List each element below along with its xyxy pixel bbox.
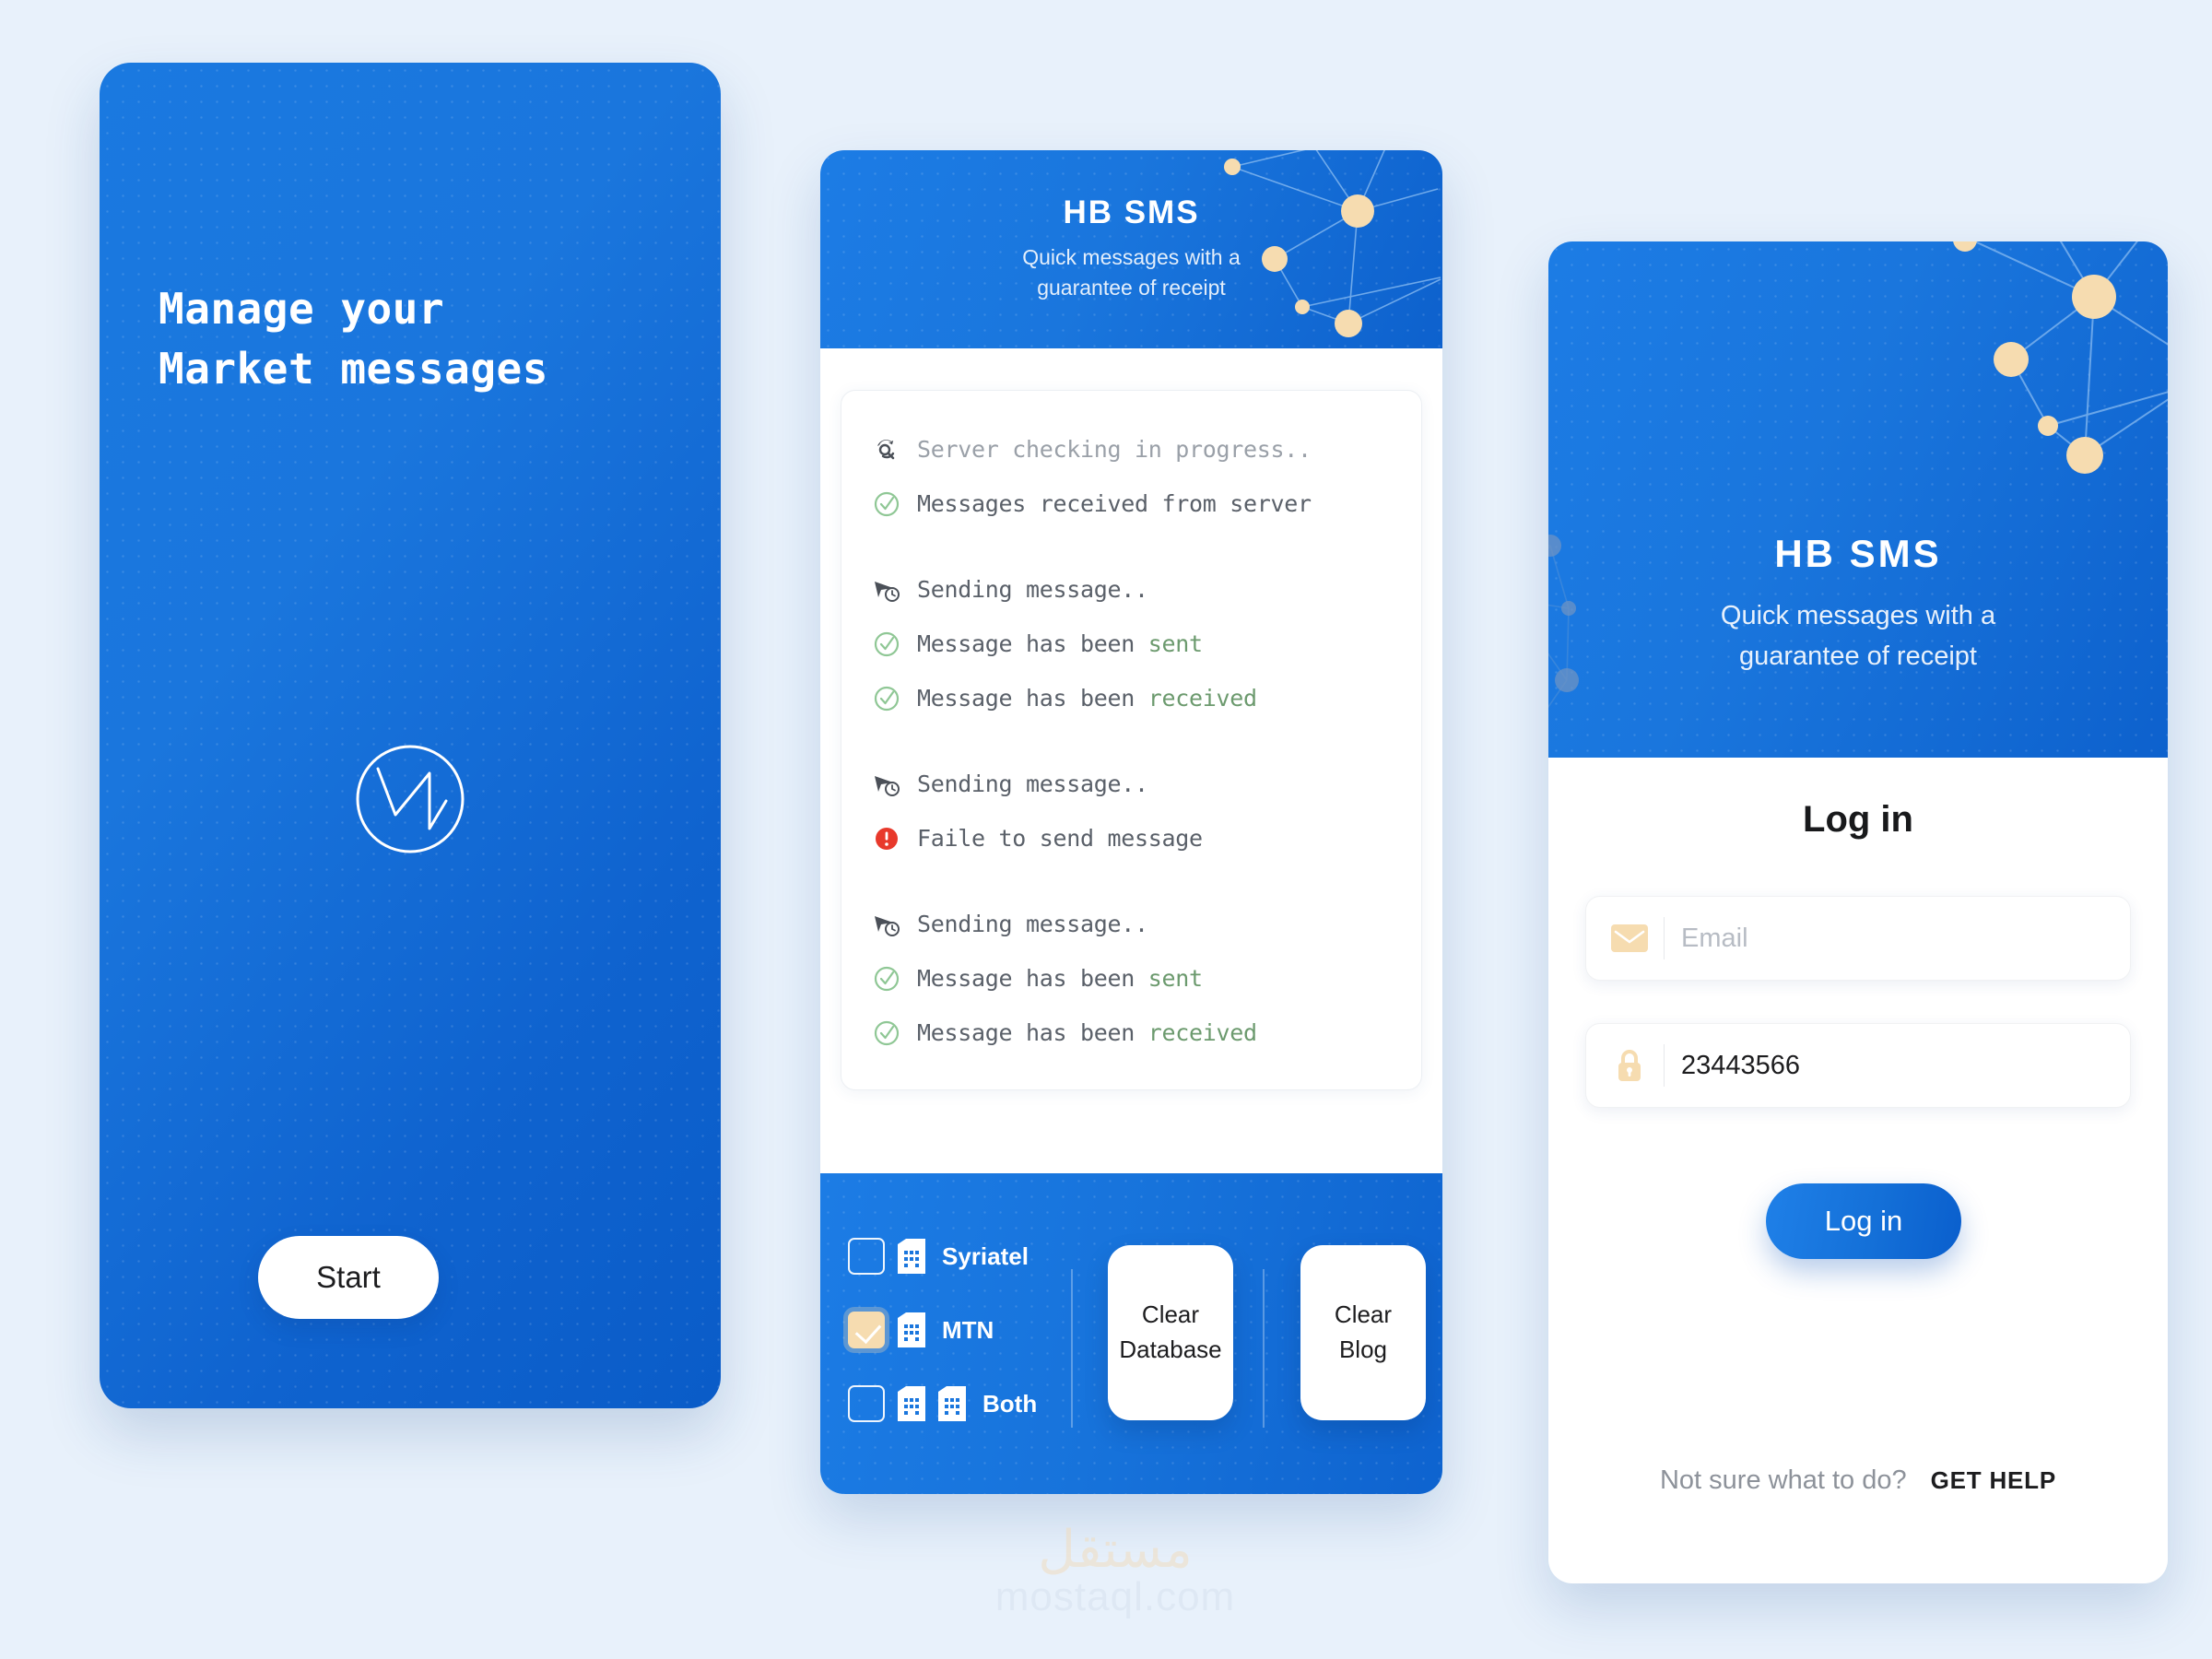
log-entry-text: Sending message.. — [917, 771, 1148, 797]
app-subtitle: Quick messages with a guarantee of recei… — [1022, 245, 1241, 300]
clear-database-button[interactable]: Clear Database — [1108, 1245, 1233, 1420]
login-header: HB SMS Quick messages with a guarantee o… — [1548, 241, 2168, 758]
clear-blog-button[interactable]: Clear Blog — [1300, 1245, 1426, 1420]
login-phone-screen: HB SMS Quick messages with a guarantee o… — [1548, 241, 2168, 1583]
check-circle-icon — [873, 965, 900, 993]
log-entry: Sending message.. — [873, 897, 1421, 951]
log-entry-text: Message has been received — [917, 685, 1257, 712]
check-circle-icon — [873, 1019, 900, 1047]
log-entry: Messages received from server — [873, 477, 1421, 531]
log-entry-text: Message has been received — [917, 1019, 1257, 1046]
onboarding-panel: Manage your Market messages Start — [100, 63, 721, 1408]
login-app-title: HB SMS — [1774, 532, 1942, 575]
carrier-option-syriatel[interactable]: Syriatel — [848, 1219, 1037, 1293]
carrier-checkbox-syriatel[interactable] — [848, 1238, 885, 1275]
carrier-label: Syriatel — [942, 1241, 1029, 1270]
help-row: Not sure what to do? GET HELP — [1548, 1465, 2168, 1496]
app-footer-controls: Syriatel MTN Both Clear Database Clear B… — [820, 1173, 1442, 1494]
divider — [1071, 1269, 1073, 1428]
refresh-search-icon — [873, 436, 900, 464]
divider — [1664, 1044, 1665, 1087]
carrier-option-both[interactable]: Both — [848, 1367, 1037, 1441]
log-entry-text: Server checking in progress.. — [917, 436, 1312, 463]
log-entry: Message has been sent — [873, 951, 1421, 1006]
log-entry-text: Sending message.. — [917, 911, 1148, 937]
send-clock-icon — [873, 576, 900, 604]
carrier-selector-group: Syriatel MTN Both — [848, 1219, 1037, 1441]
dot-pattern-overlay — [100, 63, 721, 1408]
check-circle-icon — [873, 630, 900, 658]
watermark-latin: mostaql.com — [994, 1574, 1236, 1619]
log-entry: Message has been received — [873, 671, 1421, 725]
carrier-option-mtn[interactable]: MTN — [848, 1293, 1037, 1367]
app-title: HB SMS — [1063, 194, 1200, 230]
log-entry: Faile to send message — [873, 811, 1421, 865]
send-clock-icon — [873, 911, 900, 938]
login-app-subtitle: Quick messages with a guarantee of recei… — [1720, 601, 1996, 671]
carrier-label: MTN — [942, 1315, 994, 1344]
watermark-arabic: مستقل — [1038, 1520, 1193, 1578]
screenshot-root: Manage your Market messages Start HB SMS… — [0, 0, 2212, 1659]
sim-card-icon — [938, 1386, 966, 1421]
error-circle-icon — [873, 825, 900, 853]
email-input[interactable] — [1681, 923, 2068, 954]
log-entry: Message has been received — [873, 1006, 1421, 1060]
login-heading: Log in — [1803, 799, 1913, 840]
login-submit-button[interactable]: Log in — [1766, 1183, 1961, 1259]
carrier-checkbox-mtn[interactable] — [848, 1312, 885, 1348]
log-entry: Server checking in progress.. — [873, 422, 1421, 477]
check-circle-icon — [873, 490, 900, 518]
log-entry-text: Sending message.. — [917, 576, 1148, 603]
divider — [1263, 1269, 1265, 1428]
log-entry-text: Message has been sent — [917, 965, 1203, 992]
log-entry-text: Messages received from server — [917, 490, 1312, 517]
password-input[interactable] — [1681, 1050, 2068, 1081]
start-button[interactable]: Start — [258, 1236, 439, 1319]
divider — [1664, 917, 1665, 959]
watermark: مستقل mostaql.com — [959, 1519, 1272, 1620]
check-circle-icon — [873, 685, 900, 712]
lock-icon — [1606, 1048, 1653, 1083]
log-entry-text: Faile to send message — [917, 825, 1203, 852]
log-entry: Sending message.. — [873, 562, 1421, 617]
sim-card-icon — [898, 1386, 925, 1421]
send-clock-icon — [873, 771, 900, 798]
log-entry-text: Message has been sent — [917, 630, 1203, 657]
envelope-icon — [1606, 924, 1653, 952]
get-help-link[interactable]: GET HELP — [1931, 1466, 2056, 1495]
onboarding-title: Manage your Market messages — [159, 284, 548, 394]
password-field-wrapper[interactable] — [1585, 1023, 2131, 1108]
app-phone-screen: HB SMS Quick messages with a guarantee o… — [820, 150, 1442, 1494]
message-log-card[interactable]: Server checking in progress.. Messages r… — [841, 390, 1422, 1090]
zigzag-circle-logo-icon — [354, 743, 466, 855]
carrier-checkbox-both[interactable] — [848, 1385, 885, 1422]
help-question: Not sure what to do? — [1659, 1465, 1907, 1495]
email-field-wrapper[interactable] — [1585, 896, 2131, 981]
sim-card-icon — [898, 1239, 925, 1274]
sim-card-icon — [898, 1312, 925, 1347]
app-header: HB SMS Quick messages with a guarantee o… — [820, 150, 1442, 348]
carrier-label: Both — [982, 1389, 1038, 1418]
log-entry: Message has been sent — [873, 617, 1421, 671]
log-entry: Sending message.. — [873, 757, 1421, 811]
